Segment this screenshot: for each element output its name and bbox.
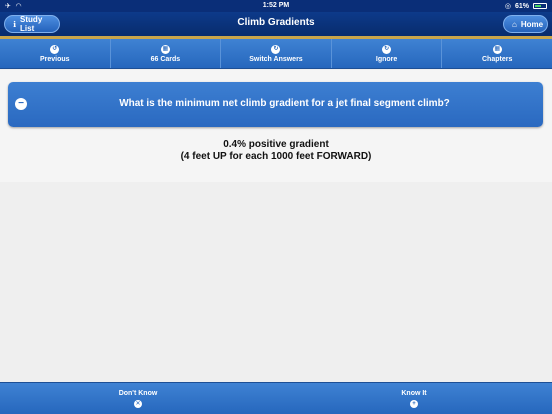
lock-rotation-icon: ◎ (504, 3, 511, 10)
switch-answers-button[interactable]: ↻ Switch Answers (221, 39, 332, 68)
nav-bar: ℹ Study List Climb Gradients ⌂ Home (0, 12, 552, 36)
page-title: Climb Gradients (237, 17, 315, 28)
status-bar: ✈ ◠ 1:52 PM ◎ 61% (0, 0, 552, 12)
dont-know-button[interactable]: Don't Know ✕ (0, 383, 276, 414)
battery-fill (535, 5, 542, 7)
plus-icon: + (410, 399, 418, 408)
previous-label: Previous (40, 55, 70, 63)
answer-line-1: 0.4% positive gradient (223, 139, 329, 150)
chapters-button[interactable]: ▦ Chapters (442, 39, 552, 68)
dont-know-label: Don't Know (118, 389, 158, 397)
know-it-button[interactable]: Know It + (276, 383, 552, 414)
battery-percent: 61% (514, 2, 529, 10)
collapse-icon[interactable]: − (15, 98, 27, 110)
know-it-label: Know It (401, 389, 427, 397)
battery-icon (533, 3, 547, 9)
switch-icon: ↻ (271, 44, 281, 54)
chapters-label: Chapters (482, 55, 513, 63)
question-text: What is the minimum net climb gradient f… (119, 98, 450, 109)
previous-button[interactable]: ↺ Previous (0, 39, 111, 68)
close-icon: ✕ (134, 399, 142, 408)
status-right: ◎ 61% (505, 2, 547, 10)
answer-line-2: (4 feet UP for each 1000 feet FORWARD) (180, 151, 372, 162)
toolbar: ↺ Previous ▦ 66 Cards ↻ Switch Answers ↻… (0, 39, 552, 69)
home-icon: ⌂ (512, 19, 517, 29)
ignore-button[interactable]: ↻ Ignore (332, 39, 443, 68)
undo-icon: ↺ (50, 44, 60, 54)
answer-text: 0.4% positive gradient (4 feet UP for ea… (0, 139, 552, 163)
ignore-icon: ↻ (382, 44, 392, 54)
cards-label: 66 Cards (150, 55, 181, 63)
question-card[interactable]: − What is the minimum net climb gradient… (8, 82, 543, 127)
home-label: Home (520, 19, 544, 29)
switch-answers-label: Switch Answers (249, 55, 303, 63)
ignore-label: Ignore (375, 55, 398, 63)
chapters-icon: ▦ (492, 44, 502, 54)
status-time: 1:52 PM (262, 2, 290, 9)
home-button[interactable]: ⌂ Home (503, 15, 548, 33)
cards-button[interactable]: ▦ 66 Cards (111, 39, 222, 68)
grid-icon: ▦ (160, 44, 170, 54)
bottom-bar: Don't Know ✕ Know It + (0, 382, 552, 414)
